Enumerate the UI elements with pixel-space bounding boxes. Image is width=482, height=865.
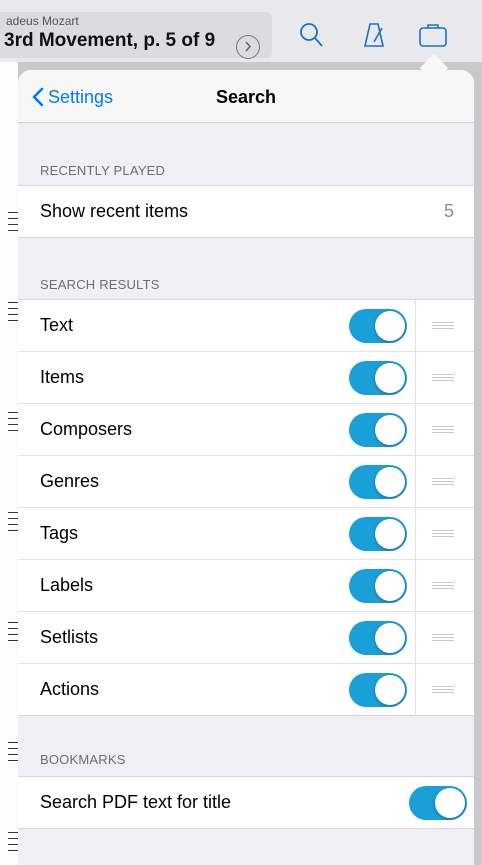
popover-title: Search (215, 87, 277, 107)
genres-toggle[interactable] (349, 465, 407, 499)
divider (415, 300, 416, 351)
row-label: Composers (40, 419, 133, 439)
divider (415, 352, 416, 403)
staff-lines (8, 212, 18, 236)
reorder-handle-icon[interactable] (432, 582, 454, 590)
divider (415, 560, 416, 611)
sheet-music-background (0, 62, 18, 865)
divider (415, 612, 416, 663)
row-label: Tags (40, 523, 79, 543)
search-icon[interactable] (294, 20, 330, 50)
popover-navbar: Settings Search (18, 70, 474, 123)
reorder-handle-icon[interactable] (432, 686, 454, 694)
text-toggle[interactable] (349, 309, 407, 343)
search-result-row-items: Items (18, 352, 474, 404)
score-title: 3rd Movement, p. 5 of 9 (4, 30, 216, 51)
section-header-recently-played: RECENTLY PLAYED (40, 163, 166, 178)
section-header-bookmarks: BOOKMARKS (40, 752, 126, 767)
row-label: Genres (40, 471, 100, 491)
search-result-row-text: Text (18, 300, 474, 352)
tags-toggle[interactable] (349, 517, 407, 551)
briefcase-icon[interactable] (415, 20, 451, 50)
recently-played-group: Show recent items 5 (18, 185, 474, 238)
composer-name: adeus Mozart (6, 14, 79, 28)
toggle-knob (375, 311, 405, 341)
search-results-group: Text Items Composers Genres Tags Labels … (18, 299, 474, 716)
search-result-row-genres: Genres (18, 456, 474, 508)
search-result-row-actions: Actions (18, 664, 474, 715)
staff-lines (8, 412, 18, 436)
reorder-handle-icon[interactable] (432, 634, 454, 642)
bookmarks-group: Search PDF text for title (18, 776, 474, 829)
search-result-row-setlists: Setlists (18, 612, 474, 664)
staff-lines (8, 742, 18, 766)
section-header-search-results: SEARCH RESULTS (40, 277, 160, 292)
search-result-row-composers: Composers (18, 404, 474, 456)
search-settings-popover: Settings Search RECENTLY PLAYED Show rec… (18, 70, 474, 865)
divider (415, 456, 416, 507)
toggle-knob (375, 519, 405, 549)
staff-lines (8, 512, 18, 536)
search-pdf-text-toggle[interactable] (409, 786, 467, 820)
divider (415, 508, 416, 559)
search-pdf-text-row: Search PDF text for title (18, 777, 474, 828)
staff-lines (8, 302, 18, 326)
score-title-block[interactable]: adeus Mozart 3rd Movement, p. 5 of 9 (0, 12, 272, 59)
page-edge (474, 62, 482, 865)
toggle-knob (435, 788, 465, 818)
row-label: Setlists (40, 627, 99, 647)
row-label: Text (40, 315, 74, 335)
toggle-knob (375, 571, 405, 601)
toggle-knob (375, 363, 405, 393)
row-label: Search PDF text for title (40, 792, 232, 812)
row-label: Labels (40, 575, 94, 595)
composers-toggle[interactable] (349, 413, 407, 447)
staff-lines (8, 622, 18, 646)
metronome-icon[interactable] (357, 20, 393, 50)
recent-items-count: 5 (443, 201, 454, 221)
setlists-toggle[interactable] (349, 621, 407, 655)
search-result-row-labels: Labels (18, 560, 474, 612)
toggle-knob (375, 467, 405, 497)
labels-toggle[interactable] (349, 569, 407, 603)
toggle-knob (375, 675, 405, 705)
items-toggle[interactable] (349, 361, 407, 395)
divider (415, 404, 416, 455)
show-recent-items-row[interactable]: Show recent items 5 (18, 186, 474, 237)
chevron-right-circle-icon[interactable] (236, 35, 260, 59)
search-result-row-tags: Tags (18, 508, 474, 560)
divider (415, 664, 416, 715)
staff-lines (8, 832, 18, 856)
reorder-handle-icon[interactable] (432, 478, 454, 486)
reorder-handle-icon[interactable] (432, 530, 454, 538)
actions-toggle[interactable] (349, 673, 407, 707)
row-label: Actions (40, 679, 100, 699)
app-toolbar: adeus Mozart 3rd Movement, p. 5 of 9 (0, 0, 482, 62)
row-label: Show recent items (40, 201, 189, 221)
toggle-knob (375, 415, 405, 445)
reorder-handle-icon[interactable] (432, 374, 454, 382)
reorder-handle-icon[interactable] (432, 322, 454, 330)
toggle-knob (375, 623, 405, 653)
row-label: Items (40, 367, 85, 387)
reorder-handle-icon[interactable] (432, 426, 454, 434)
